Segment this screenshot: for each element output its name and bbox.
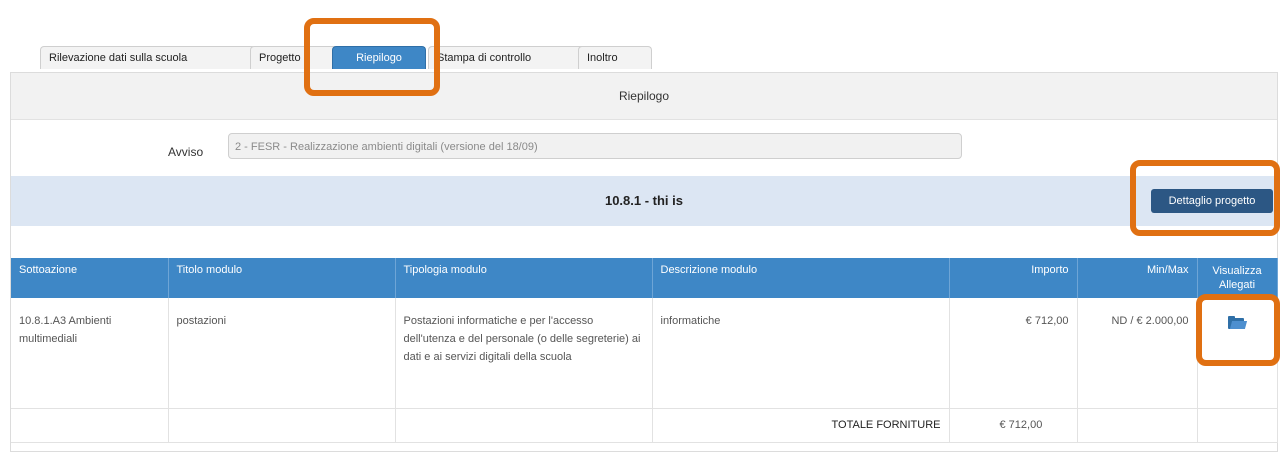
col-header-allegati: Visualizza Allegati <box>1197 258 1278 298</box>
cell-importo: € 712,00 <box>949 298 1078 409</box>
col-header-minmax: Min/Max <box>1077 258 1198 298</box>
section-title: 10.8.1 - thi is <box>604 193 684 208</box>
total-value: € 712,00 <box>949 408 1078 443</box>
cell-tipologia: Postazioni informatiche e per l'accesso … <box>395 298 653 409</box>
cell-minmax: ND / € 2.000,00 <box>1077 298 1198 409</box>
total-empty-cell <box>1077 408 1198 443</box>
col-header-tipologia: Tipologia modulo <box>395 258 653 298</box>
total-empty-cell <box>11 408 169 443</box>
folder-open-icon[interactable] <box>1228 316 1248 329</box>
tab-label: Riepilogo <box>356 52 402 64</box>
avviso-label: Avviso <box>168 145 204 159</box>
col-header-importo: Importo <box>949 258 1078 298</box>
section-header: 10.8.1 - thi is <box>11 176 1277 226</box>
tab-progetto[interactable]: Progetto <box>250 46 338 69</box>
table-row: 10.8.1.A3 Ambienti multimediali postazio… <box>11 298 1278 409</box>
tab-label: Stampa di controllo <box>437 52 532 64</box>
col-header-sottoazione: Sottoazione <box>11 258 169 298</box>
tab-stampa-controllo[interactable]: Stampa di controllo <box>428 46 586 69</box>
tab-riepilogo[interactable]: Riepilogo <box>332 46 426 69</box>
col-header-descrizione: Descrizione modulo <box>652 258 950 298</box>
tab-label: Rilevazione dati sulla scuola <box>49 52 188 64</box>
tab-label: Inoltro <box>587 52 618 64</box>
total-empty-cell <box>1197 408 1278 443</box>
dettaglio-progetto-button[interactable]: Dettaglio progetto <box>1151 189 1273 213</box>
tab-inoltro[interactable]: Inoltro <box>578 46 652 69</box>
col-header-titolo: Titolo modulo <box>168 258 396 298</box>
tab-rilevazione[interactable]: Rilevazione dati sulla scuola <box>40 46 256 69</box>
cell-descrizione: informatiche <box>652 298 950 409</box>
total-empty-cell <box>395 408 653 443</box>
tab-label: Progetto <box>259 52 301 64</box>
cell-titolo: postazioni <box>168 298 396 409</box>
cell-sottoazione: 10.8.1.A3 Ambienti multimediali <box>11 298 169 409</box>
panel-title: Riepilogo <box>11 73 1277 120</box>
total-empty-cell <box>168 408 396 443</box>
moduli-table: Sottoazione Titolo modulo Tipologia modu… <box>11 258 1278 443</box>
cell-allegati <box>1197 298 1278 409</box>
table-header-row: Sottoazione Titolo modulo Tipologia modu… <box>11 258 1278 298</box>
avviso-field: 2 - FESR - Realizzazione ambienti digita… <box>228 133 962 159</box>
total-label: TOTALE FORNITURE <box>652 408 950 443</box>
total-row: TOTALE FORNITURE € 712,00 <box>11 408 1278 443</box>
